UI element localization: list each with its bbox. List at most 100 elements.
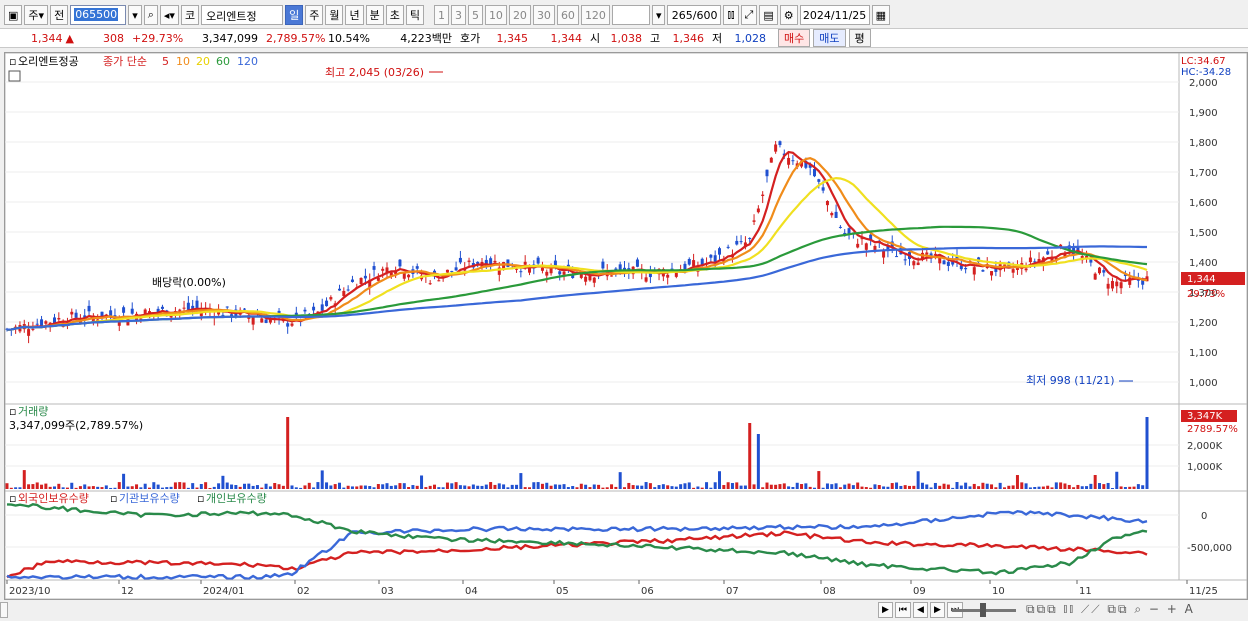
ma-legend-20[interactable]: 20 (196, 55, 210, 68)
interval-60[interactable]: 60 (556, 5, 579, 25)
ma-legend-5[interactable]: 5 (162, 55, 169, 68)
volume-bar (57, 483, 61, 489)
next-icon[interactable]: ▶ (929, 602, 945, 618)
candle-body (346, 289, 350, 291)
volume-bar (536, 482, 540, 489)
candle-body (437, 280, 441, 282)
ma-legend-120[interactable]: 120 (237, 55, 258, 68)
volume-bar (782, 483, 786, 489)
candle-body (109, 310, 113, 316)
candle-body (70, 311, 74, 315)
volume-bar (497, 483, 501, 489)
volume-bar (208, 487, 212, 489)
volume-bar (1132, 486, 1136, 489)
candle-body (35, 323, 39, 325)
window-icon[interactable]: ▣ (4, 5, 23, 25)
candle-body (584, 276, 588, 282)
scroll-left-icon[interactable] (0, 602, 8, 618)
institution-holdings-legend[interactable]: 기관보유수량 (119, 492, 180, 505)
interval-120[interactable]: 120 (580, 5, 610, 25)
count-field[interactable]: 265/600 (667, 5, 722, 25)
period-minute[interactable]: 분 (365, 5, 384, 25)
draw-icon[interactable]: ⤢ (740, 5, 758, 25)
volume-bar (1067, 484, 1071, 489)
sell-button[interactable]: 매도 (813, 29, 846, 47)
table-icon[interactable] (8, 70, 21, 82)
interval-20[interactable]: 20 (508, 5, 531, 25)
stock-name-field[interactable]: 오리엔트정 (201, 5, 284, 25)
candle-body (873, 245, 877, 251)
volume-bar (53, 486, 56, 489)
volume-bar (877, 485, 881, 489)
volume-bar (1128, 486, 1132, 489)
chart-area[interactable]: 2,000 1,900 1,800 1,700 1,600 1,500 1,400 1,300… (4, 52, 1248, 600)
search-icon[interactable]: ⌕ (143, 5, 158, 25)
volume-bar (467, 486, 471, 489)
period-month[interactable]: 월 (325, 5, 344, 25)
ma-legend-10[interactable]: 10 (176, 55, 190, 68)
volume-bar (540, 483, 544, 489)
prefix-button[interactable]: 전 (50, 5, 69, 25)
volume-bar (415, 485, 419, 489)
chart-svg[interactable]: 2,0001,9001,8001,7001,6001,5001,4001,300… (4, 52, 1248, 600)
date-field[interactable]: 2024/11/25 (799, 5, 870, 25)
market-label: 주 (28, 9, 39, 22)
period-week[interactable]: 주 (305, 5, 324, 25)
code-dropdown-icon[interactable]: ▾ (128, 5, 142, 25)
low-label: 저 (712, 32, 723, 45)
candle-icon[interactable]: ⫾⫾ (723, 5, 739, 25)
candle-body (303, 309, 307, 312)
period-day[interactable]: 일 (285, 5, 304, 25)
buy-button[interactable]: 매수 (778, 29, 811, 47)
interval-1[interactable]: 1 (433, 5, 449, 25)
calendar-icon[interactable]: ▦ (871, 5, 891, 25)
save-icon[interactable]: ▤ (759, 5, 778, 25)
volume-bar (756, 434, 760, 489)
volume-bar (778, 484, 782, 489)
ma-legend-60[interactable]: 60 (216, 55, 230, 68)
volume-title[interactable]: 거래량 (18, 405, 48, 418)
prev-icon[interactable]: ◀ (913, 602, 928, 618)
stock-code-input[interactable]: 065500 (70, 5, 127, 25)
volume-bar (804, 483, 808, 489)
volume-bar (709, 487, 713, 489)
volume-bar (70, 482, 74, 489)
interval-10[interactable]: 10 (484, 5, 507, 25)
candle-body (329, 297, 333, 300)
volume-bar (618, 472, 622, 489)
drawing-tools[interactable]: ⧉⧉⧉ ⫾⫾ ⟋⟋ ⧉⧉ ⌕ − + A (1026, 602, 1195, 617)
rewind-icon[interactable]: ⏮ (894, 602, 912, 618)
volume-bar (903, 485, 907, 489)
volume-bar (135, 484, 139, 489)
x-axis-label: 12 (121, 586, 134, 597)
candle-body (709, 254, 713, 258)
interval-30[interactable]: 30 (532, 5, 555, 25)
volume-bar (899, 485, 903, 489)
interval-5[interactable]: 5 (467, 5, 483, 25)
interval-3[interactable]: 3 (450, 5, 466, 25)
ma-legend-prefix[interactable]: 종가 단순 (103, 55, 147, 68)
volume-bar (398, 483, 402, 489)
period-tick[interactable]: 틱 (405, 5, 424, 25)
avg-button[interactable]: 평 (848, 29, 871, 47)
individual-holdings-legend[interactable]: 개인보유수량 (206, 492, 267, 505)
period-second[interactable]: 초 (385, 5, 404, 25)
play-icon[interactable]: ▶ (878, 602, 893, 618)
interval-dropdown-icon[interactable]: ▾ (651, 5, 666, 25)
price-yaxis-label: 1,700 (1189, 168, 1218, 179)
custom-interval-input[interactable] (611, 5, 650, 25)
foreign-holdings-legend[interactable]: 외국인보유수량 (18, 492, 89, 505)
stock-name-label[interactable]: 오리엔트정공 (18, 55, 79, 68)
speaker-icon[interactable]: ◂▾ (159, 5, 179, 25)
volume-bullet: ▫ (9, 405, 16, 418)
market-select[interactable]: 주 ▾ (24, 5, 49, 25)
code-mark[interactable]: 코 (180, 5, 200, 25)
gear-icon[interactable]: ⚙ (779, 5, 798, 25)
volume-bar (402, 483, 406, 489)
volume-bar (584, 484, 588, 489)
volume-bar (558, 484, 562, 489)
period-year[interactable]: 년 (345, 5, 364, 25)
volume-bar (225, 482, 229, 489)
candle-body (618, 264, 622, 270)
zoom-slider-handle[interactable] (980, 603, 986, 617)
